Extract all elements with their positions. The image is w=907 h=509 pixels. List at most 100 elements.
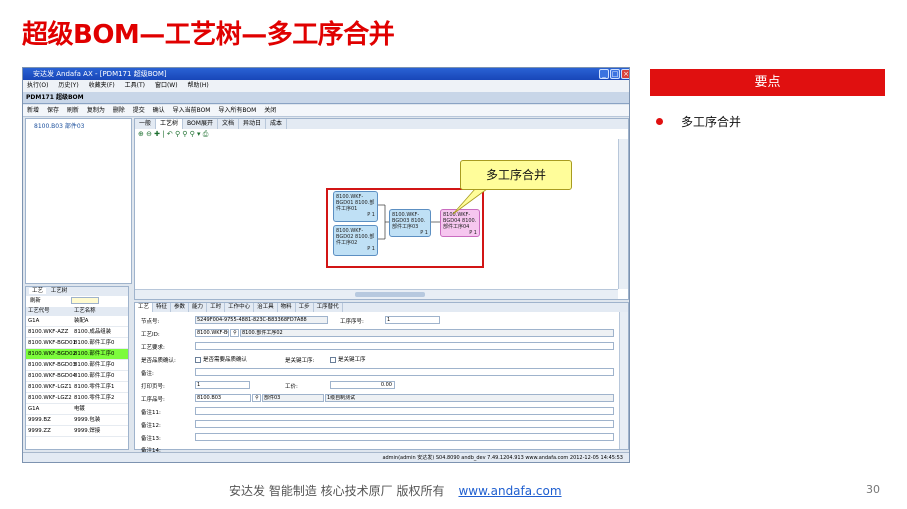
menu-execute[interactable]: 执行(O) (27, 82, 48, 89)
form-tab-feature[interactable]: 特征 (153, 303, 172, 312)
key-point-item: 多工序合并 (681, 115, 742, 129)
table-row[interactable]: 8100.WKF-BGD038100.部件工序0 (26, 360, 128, 371)
wage-field[interactable]: 0.00 (330, 381, 395, 389)
col-process-name[interactable]: 工艺名称 (74, 308, 96, 314)
table-row[interactable]: 8100.WKF-BGD018100.部件工序0 (26, 338, 128, 349)
process-code-cell: G1A (28, 406, 40, 412)
table-row[interactable]: 9999.BZ 9999.包装 (26, 415, 128, 426)
form-tab-tooling[interactable]: 治工具 (254, 303, 278, 312)
tab-process-tree-left[interactable]: 工艺树 (48, 288, 71, 294)
tab-process[interactable]: 工艺 (29, 288, 47, 294)
menu-bar: 执行(O) 历史(Y) 收藏夹(F) 工具(T) 窗口(W) 帮助(H) (23, 80, 629, 92)
lookup-icon[interactable]: ⚲ (230, 329, 239, 337)
form-tab-workcenter[interactable]: 工作中心 (225, 303, 255, 312)
table-row[interactable]: 8100.WKF-LGZ1 8100.零件工序1 (26, 382, 128, 393)
remark13-field[interactable] (195, 433, 614, 441)
remark11-field[interactable] (195, 407, 614, 415)
import-all-bom-button[interactable]: 导入所有BOM (218, 107, 256, 114)
part-desc-field: 1级自制测试 (325, 394, 614, 402)
process-name-cell: 8100.零件工序1 (74, 384, 115, 390)
seq-label: 工序序号: (340, 319, 364, 325)
refresh-button[interactable]: 刷新 (67, 107, 79, 114)
graph-vertical-scrollbar[interactable] (618, 139, 628, 289)
submit-button[interactable]: 提交 (133, 107, 145, 114)
form-tab-process[interactable]: 工艺 (135, 303, 154, 312)
scroll-thumb[interactable] (355, 292, 425, 297)
process-id-field[interactable]: 8100.WKF-BC (195, 329, 229, 337)
quality-checkbox-label: 是否需要品质确认 (203, 357, 248, 363)
form-vertical-scrollbar[interactable] (619, 312, 628, 449)
form-tab-capacity[interactable]: 能力 (189, 303, 208, 312)
print-page-field[interactable]: 1 (195, 381, 250, 389)
part-lookup-icon[interactable]: ⚲ (252, 394, 261, 402)
new-button[interactable]: 新增 (27, 107, 39, 114)
copy-as-button[interactable]: 复制为 (87, 107, 105, 114)
part-code-field[interactable]: 8100.B03 (195, 394, 251, 402)
form-tab-params[interactable]: 参数 (171, 303, 190, 312)
save-button[interactable]: 保存 (47, 107, 59, 114)
maximize-icon[interactable]: □ (610, 69, 620, 79)
form-tab-hours[interactable]: 工时 (207, 303, 226, 312)
key-points-header: 要点 (650, 69, 885, 96)
form-tab-step[interactable]: 工步 (296, 303, 314, 312)
table-row[interactable]: 9999.ZZ 9999.焊接 (26, 426, 128, 437)
delete-button[interactable]: 删除 (113, 107, 125, 114)
toolbar: 新增 保存 刷新 复制为 删除 提交 确认 导入当前BOM 导入所有BOM 关闭 (23, 105, 629, 117)
node-no-label: 节点号: (141, 319, 160, 325)
table-row[interactable]: G1A 装配A (26, 316, 128, 327)
filter-input[interactable] (70, 297, 99, 304)
graph-horizontal-scrollbar[interactable] (135, 289, 618, 299)
node-no-field[interactable]: 5249F004-9755-4881-823C-B83368FD7A88 (195, 316, 328, 324)
menu-tools[interactable]: 工具(T) (125, 82, 145, 89)
table-row[interactable]: 8100.WKF-BGD048100.部件工序0 (26, 371, 128, 382)
seq-field[interactable]: 1 (385, 316, 440, 324)
remark-label: 备注: (141, 371, 154, 377)
process-code-cell: 9999.ZZ (28, 428, 51, 434)
process-name-cell: 8100.成品组装 (74, 329, 111, 335)
form-tab-substitute[interactable]: 工序替代 (314, 303, 343, 312)
close-icon[interactable]: × (621, 69, 629, 79)
table-row[interactable]: 8100.WKF-LGZ2 8100.零件工序2 (26, 393, 128, 404)
confirm-button[interactable]: 确认 (153, 107, 165, 114)
menu-window[interactable]: 窗口(W) (155, 82, 178, 89)
wage-label: 工价: (285, 384, 298, 390)
process-name-cell: 装配A (74, 318, 89, 324)
doc-tab-superbom[interactable]: PDM171 超级BOM (26, 94, 84, 101)
process-name-cell: 9999.焊接 (74, 428, 101, 434)
document-tab-bar: PDM171 超级BOM (23, 92, 629, 104)
key-checkbox-label: 是关键工序 (338, 357, 366, 363)
col-process-code[interactable]: 工艺代号 (26, 307, 74, 316)
form-tab-material[interactable]: 物料 (278, 303, 296, 312)
left-refresh-button[interactable]: 刷新 (30, 298, 41, 304)
window-title: 安达发 Andafa AX - [PDM171 超级BOM] (23, 68, 629, 80)
import-current-bom-button[interactable]: 导入当前BOM (173, 107, 211, 114)
process-name-cell: 8100.部件工序0 (74, 373, 115, 379)
menu-favorites[interactable]: 收藏夹(F) (89, 82, 115, 89)
footer-text: 安达发 智能制造 核心技术原厂 版权所有 (229, 484, 445, 498)
close-button[interactable]: 关闭 (264, 107, 276, 114)
bullet-dot-icon (656, 118, 663, 125)
process-code-cell: 9999.BZ (28, 417, 51, 423)
remark-field[interactable] (195, 368, 614, 376)
remark11-label: 备注11: (141, 410, 161, 416)
table-row[interactable]: 8100.WKF-BGD028100.部件工序0 (26, 349, 128, 360)
menu-help[interactable]: 帮助(H) (188, 82, 209, 89)
remark12-label: 备注12: (141, 423, 161, 429)
remark12-field[interactable] (195, 420, 614, 428)
key-process-checkbox[interactable]: 是关键工序 (330, 355, 366, 363)
process-list-pane: 工艺 工艺树 刷新 工艺代号 工艺名称 G1A 装配A 8100.WKF-AZZ 810… (25, 286, 129, 450)
footer-link[interactable]: www.andafa.com (458, 484, 561, 498)
process-detail-form: 工艺 特征 参数 能力 工时 工作中心 治工具 物料 工步 工序替代 节点号: 5249F004-… (134, 302, 629, 454)
tree-root-item[interactable]: 8100.B03 部件03 (26, 119, 131, 130)
requirement-field[interactable] (195, 342, 614, 350)
table-row[interactable]: G1A 电镀 (26, 404, 128, 415)
part-name-field: 部件03 (262, 394, 324, 402)
part-label: 工序品号: (141, 397, 165, 403)
quality-checkbox[interactable]: 是否需要品质确认 (195, 355, 247, 363)
menu-history[interactable]: 历史(Y) (58, 82, 78, 89)
print-page-label: 打印页号: (141, 384, 165, 390)
table-row[interactable]: 8100.WKF-AZZ 8100.成品组装 (26, 327, 128, 338)
process-name-field: 8100.部件工序02 (240, 329, 614, 337)
minimize-icon[interactable]: _ (599, 69, 609, 79)
process-code-cell: 8100.WKF-BGD03 (28, 362, 76, 368)
